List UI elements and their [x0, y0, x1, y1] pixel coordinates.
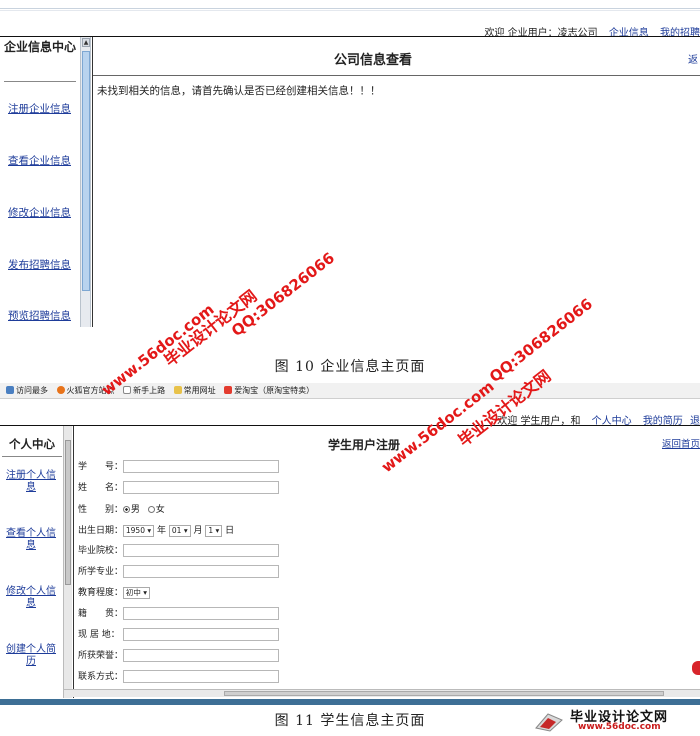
school-label: 毕业院校：	[78, 546, 124, 556]
sidebar-item-edit-enterprise[interactable]: 修改企业信息	[8, 205, 78, 220]
firefox-icon	[56, 386, 65, 394]
bookmark-common-sites[interactable]: 常用网址	[173, 383, 216, 399]
scroll-up-icon[interactable]: ▲	[82, 38, 90, 47]
taobao-icon	[224, 386, 233, 394]
side-float-tab[interactable]	[692, 661, 700, 675]
honors-input[interactable]	[123, 649, 279, 662]
gender-male-label: 男	[130, 505, 140, 515]
contact-label: 联系方式：	[78, 672, 124, 682]
gender-label: 性 别：	[78, 505, 124, 515]
sidebar-item-preview-job[interactable]: 预览招聘信息	[8, 308, 78, 323]
sidebar-title: 个人中心	[9, 437, 55, 451]
enterprise-frame: 企业信息中心 注册企业信息 查看企业信息 修改企业信息 发布招聘信息 预览招聘信…	[0, 36, 700, 327]
sidebar-scrollbar[interactable]	[63, 426, 72, 698]
row-native-place: 籍 贯：	[78, 607, 279, 623]
enterprise-sidebar: 企业信息中心 注册企业信息 查看企业信息 修改企业信息 发布招聘信息 预览招聘信…	[0, 37, 80, 327]
title-divider	[93, 75, 700, 76]
row-residence: 现 居 地：	[78, 628, 279, 644]
residence-input[interactable]	[123, 628, 279, 641]
scroll-thumb[interactable]	[65, 440, 71, 585]
student-id-label: 学 号：	[78, 462, 124, 472]
folder-icon	[173, 386, 182, 394]
education-select[interactable]: 初中 ▾	[122, 586, 151, 599]
gender-female-label: 女	[155, 505, 165, 515]
sidebar-scrollbar[interactable]: ▲	[80, 37, 91, 327]
native-place-input[interactable]	[123, 607, 279, 620]
row-student-id: 学 号：	[78, 460, 279, 476]
not-found-message: 未找到相关的信息，请首先确认是否已经创建相关信息！！！	[97, 85, 381, 97]
bookmark-taobao[interactable]: 爱淘宝（原淘宝特卖）	[224, 383, 314, 399]
sidebar-item-register-enterprise[interactable]: 注册企业信息	[8, 101, 78, 116]
education-label: 教育程度：	[78, 588, 124, 598]
logo-url: www.56doc.com	[578, 722, 661, 732]
gender-male-radio[interactable]	[122, 506, 130, 513]
back-home-link[interactable]: 返回首页	[662, 436, 700, 450]
row-contact: 联系方式：	[78, 670, 279, 686]
sidebar-item-create-resume[interactable]: 创建个人简历	[2, 644, 60, 668]
birth-day-select[interactable]: 1 ▾	[205, 524, 223, 537]
year-unit: 年	[157, 526, 167, 536]
major-input[interactable]	[123, 565, 279, 578]
student-frame: 个人中心 注册个人信息 查看个人信息 修改个人信息 创建个人简历 学生用户注册 …	[0, 425, 700, 698]
name-label: 姓 名：	[78, 483, 124, 493]
residence-label: 现 居 地：	[78, 630, 120, 640]
student-id-input[interactable]	[123, 460, 279, 473]
bookmark-icon	[6, 386, 14, 394]
birth-date-label: 出生日期：	[78, 526, 124, 536]
row-birth-date: 出生日期： 1950 ▾ 年 01 ▾ 月 1 ▾ 日	[78, 523, 234, 539]
horizontal-scrollbar[interactable]	[64, 689, 700, 697]
day-unit: 日	[225, 526, 235, 536]
bookmark-getting-started[interactable]: 新手上路	[123, 383, 165, 399]
top-divider	[0, 8, 700, 11]
honors-label: 所获荣誉：	[78, 651, 124, 661]
row-honors: 所获荣誉：	[78, 649, 279, 665]
native-place-label: 籍 贯：	[78, 609, 124, 619]
page-title: 公司信息查看	[333, 53, 412, 68]
school-input[interactable]	[123, 544, 279, 557]
birth-year-select[interactable]: 1950 ▾	[122, 524, 155, 537]
sidebar-divider	[4, 81, 76, 82]
sidebar-title: 企业信息中心	[4, 40, 77, 54]
major-label: 所学专业：	[78, 567, 124, 577]
sidebar-item-edit-personal[interactable]: 修改个人信息	[2, 586, 60, 610]
status-bar	[0, 699, 700, 705]
figure-10-enterprise-page: 欢迎 企业用户：凌志公司 企业信息 我的招聘 企业信息中心 注册企业信息 查看企…	[0, 0, 700, 340]
sidebar-item-view-enterprise[interactable]: 查看企业信息	[8, 153, 78, 168]
figure-11-student-page: 访问最多 火狐官方站点 新手上路 常用网址 爱淘宝（原淘宝特卖） 欢迎 学生用户…	[0, 383, 700, 736]
figure-10-caption: 图 10 企业信息主页面	[274, 359, 426, 375]
student-sidebar: 个人中心 注册个人信息 查看个人信息 修改个人信息 创建个人简历	[0, 426, 64, 698]
row-gender: 性 别： 男 女	[78, 502, 165, 518]
scroll-thumb[interactable]	[82, 51, 90, 291]
row-education: 教育程度： 初中 ▾	[78, 586, 151, 602]
page-title: 学生用户注册	[327, 438, 400, 452]
birth-month-select[interactable]: 01 ▾	[168, 524, 191, 537]
enterprise-main-panel: 公司信息查看 返 未找到相关的信息，请首先确认是否已经创建相关信息！！！	[92, 37, 700, 327]
month-unit: 月	[193, 526, 203, 536]
sidebar-item-view-personal[interactable]: 查看个人信息	[2, 528, 60, 552]
contact-input[interactable]	[123, 670, 279, 683]
return-link[interactable]: 返	[688, 51, 698, 66]
row-major: 所学专业：	[78, 565, 279, 581]
row-school: 毕业院校：	[78, 544, 279, 560]
logo-mark-icon	[535, 713, 563, 732]
row-name: 姓 名：	[78, 481, 279, 497]
gender-female-radio[interactable]	[147, 506, 155, 513]
bookmark-most-visited[interactable]: 访问最多	[6, 383, 48, 399]
site-logo: 毕业设计论文网 www.56doc.com	[534, 706, 694, 734]
horizontal-scroll-thumb[interactable]	[224, 691, 664, 696]
sidebar-divider	[2, 456, 62, 457]
sidebar-item-post-job[interactable]: 发布招聘信息	[8, 257, 78, 272]
sidebar-item-register-personal[interactable]: 注册个人信息	[2, 470, 60, 494]
name-input[interactable]	[123, 481, 279, 494]
